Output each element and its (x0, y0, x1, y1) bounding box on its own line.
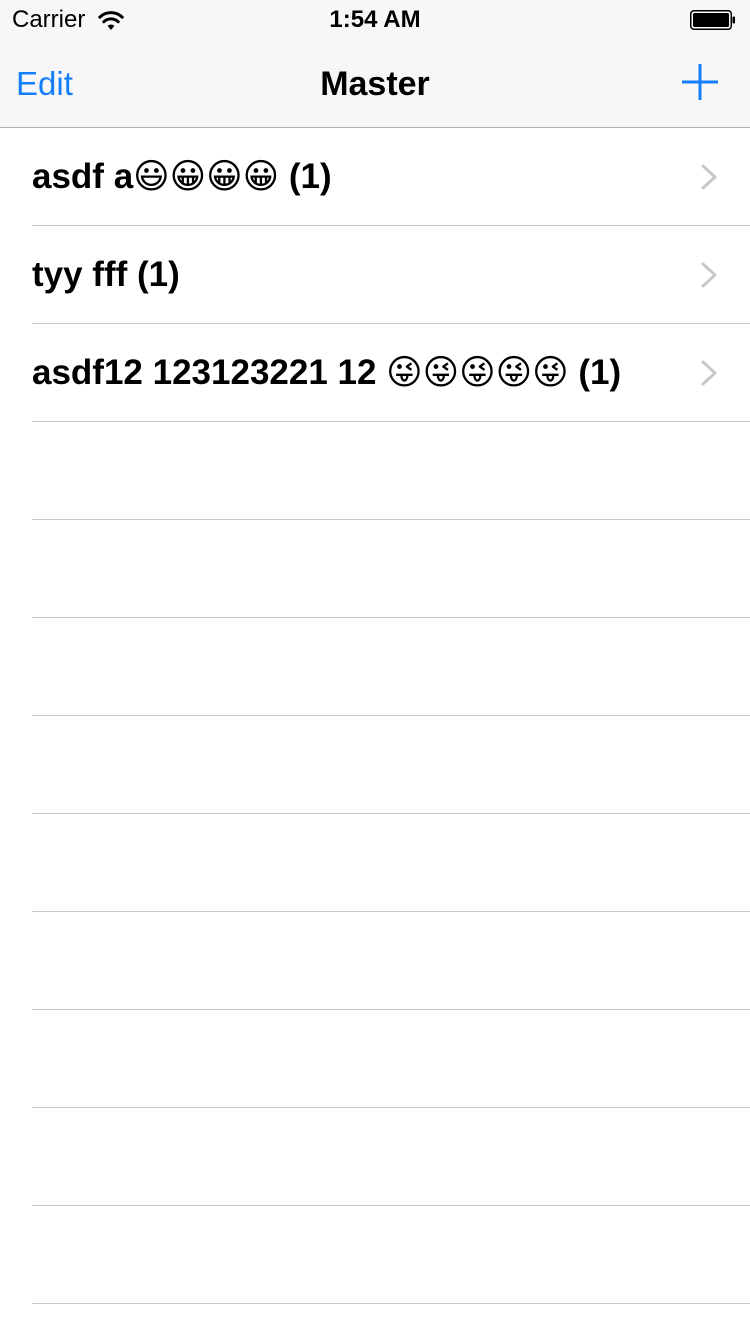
empty-row (0, 1206, 750, 1304)
chevron-right-icon (701, 360, 717, 386)
empty-row (0, 520, 750, 618)
plus-icon[interactable] (680, 62, 720, 102)
app-screen: Carrier 1:54 AM Edit Master asdf a😃😀😀😀 (… (0, 0, 750, 1334)
status-bar: Carrier 1:54 AM (0, 0, 750, 40)
empty-row (0, 814, 750, 912)
empty-row (0, 716, 750, 814)
status-time: 1:54 AM (329, 6, 421, 33)
battery-icon (690, 10, 735, 30)
row-separator (32, 1303, 750, 1304)
navigation-bar: Edit Master (0, 40, 750, 128)
list-item[interactable]: tyy fff (1) (0, 226, 750, 324)
empty-row (0, 618, 750, 716)
empty-row (0, 422, 750, 520)
chevron-right-icon (701, 164, 717, 190)
empty-row (0, 912, 750, 1010)
nav-title: Master (320, 65, 430, 103)
list-item-label: asdf a😃😀😀😀 (1) (32, 157, 332, 196)
list-item-label: tyy fff (1) (32, 255, 180, 294)
list-item[interactable]: asdf12 123123221 12 😜😜😜😜😜 (1) (0, 324, 750, 422)
empty-row (0, 1010, 750, 1108)
empty-row (0, 1108, 750, 1206)
top-bar: Carrier 1:54 AM Edit Master (0, 0, 750, 128)
list-item[interactable]: asdf a😃😀😀😀 (1) (0, 128, 750, 226)
list-item-label: asdf12 123123221 12 😜😜😜😜😜 (1) (32, 353, 622, 392)
chevron-right-icon (701, 262, 717, 288)
master-list: asdf a😃😀😀😀 (1) tyy fff (1) asdf12 123123… (0, 128, 750, 1304)
